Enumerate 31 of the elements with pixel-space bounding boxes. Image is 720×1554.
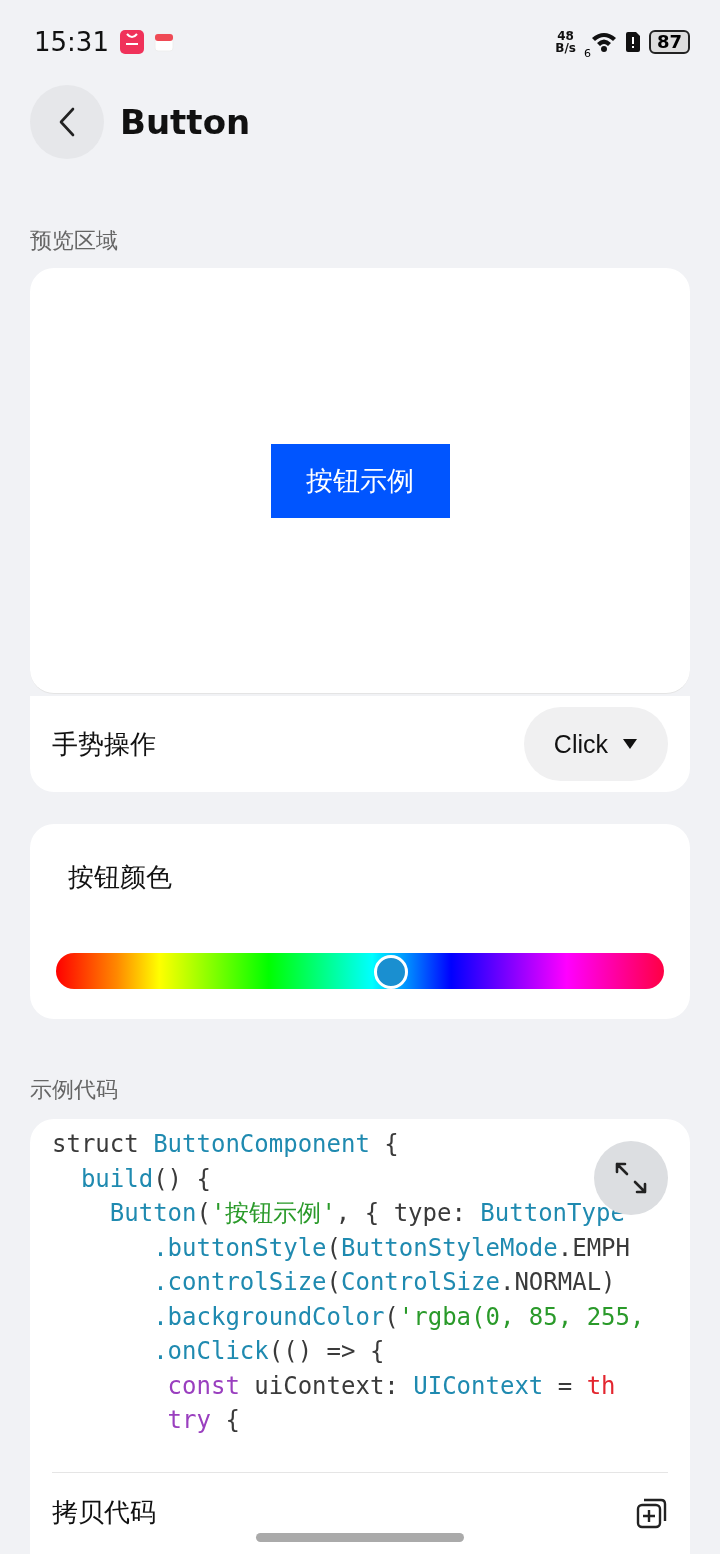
code-line: try { — [166, 1405, 240, 1436]
code-line: .controlSize(ControlSize.NORMAL) — [152, 1267, 616, 1298]
code-line: build() { — [79, 1163, 211, 1195]
caret-icon[interactable] — [622, 738, 638, 750]
page-title: Button — [120, 102, 251, 142]
signal-tag: 6 — [583, 46, 591, 60]
color-label: 按钮颜色 — [67, 861, 173, 894]
section-label: 预览区域 — [30, 227, 119, 255]
status-time: 15:31 — [34, 27, 109, 57]
back-icon[interactable] — [59, 107, 75, 137]
sample-button[interactable]: 按钮示例 — [270, 443, 450, 518]
expand-icon[interactable] — [614, 1161, 648, 1195]
code-line: .buttonStyle(ButtonStyleMode.EMPH — [152, 1232, 630, 1264]
code-line: .onClick(() => { — [152, 1336, 385, 1367]
code-line: const uiContext: UIContext = th — [166, 1370, 616, 1402]
copy-code-label[interactable]: 拷贝代码 — [52, 1495, 156, 1530]
battery-indicator: 87 — [648, 30, 690, 54]
calendar-icon — [152, 31, 175, 53]
hue-slider[interactable] — [56, 953, 664, 989]
slider-thumb[interactable] — [374, 955, 409, 989]
gesture-label: 手势操作 — [52, 727, 156, 761]
section-label: 示例代码 — [30, 1076, 119, 1104]
code-line: .backgroundColor('rgba(0, 85, 255, — [152, 1301, 645, 1333]
wifi-icon — [590, 31, 617, 53]
code-line: struct ButtonComponent { — [52, 1129, 399, 1160]
copy-icon[interactable] — [636, 1496, 668, 1529]
network-speed: 48 B/s — [555, 30, 576, 54]
gesture-dropdown[interactable]: Click — [523, 707, 668, 781]
sim-card-icon — [624, 31, 641, 53]
app-notification-icon — [118, 28, 145, 56]
code-line: Button('按钮示例', { type: ButtonType — [108, 1198, 625, 1229]
